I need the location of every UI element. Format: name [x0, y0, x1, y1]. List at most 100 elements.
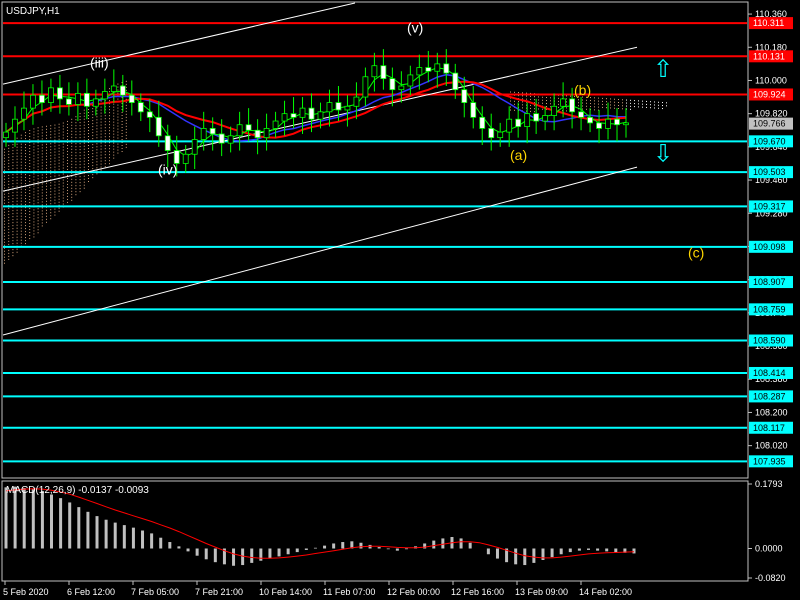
- cloud-dot: [121, 133, 123, 135]
- cloud-dot: [41, 132, 43, 134]
- cloud-dot: [25, 234, 26, 236]
- cloud-dot: [71, 160, 73, 162]
- cloud-dot: [92, 132, 94, 134]
- cloud-dot: [586, 99, 587, 101]
- cloud-dot: [542, 102, 543, 104]
- cloud-dot: [37, 226, 39, 228]
- cloud-dot: [67, 195, 68, 197]
- cloud-dot: [104, 121, 106, 123]
- candle-body: [218, 133, 225, 144]
- cloud-dot: [8, 237, 10, 239]
- cloud-dot: [75, 125, 77, 127]
- cloud-dot: [29, 154, 31, 156]
- cloud-dot: [8, 210, 10, 212]
- cloud-dot: [606, 104, 607, 106]
- cloud-dot: [518, 101, 519, 103]
- cloud-dot: [83, 178, 85, 180]
- cloud-dot: [4, 208, 5, 210]
- cloud-dot: [121, 115, 123, 117]
- cloud-dot: [20, 146, 22, 148]
- cloud-dot: [83, 157, 85, 159]
- cloud-dot: [33, 128, 35, 130]
- cloud-dot: [4, 214, 5, 216]
- cloud-dot: [610, 104, 611, 106]
- cloud-dot: [20, 161, 22, 163]
- cloud-dot: [8, 234, 10, 236]
- cloud-dot: [654, 107, 655, 109]
- cloud-dot: [33, 143, 35, 145]
- cloud-dot: [41, 180, 43, 182]
- cloud-dot: [12, 156, 14, 158]
- cloud-dot: [96, 128, 98, 130]
- cloud-dot: [79, 152, 81, 154]
- cloud-dot: [578, 102, 579, 104]
- cloud-dot: [109, 160, 110, 162]
- cloud-dot: [29, 163, 31, 165]
- cloud-dot: [4, 229, 5, 231]
- cloud-dot: [104, 163, 106, 165]
- cloud-dot: [46, 200, 47, 202]
- cloud-dot: [16, 215, 18, 217]
- cloud-dot: [4, 241, 5, 243]
- cloud-dot: [558, 103, 559, 105]
- candle-body: [308, 107, 315, 120]
- cloud-dot: [37, 151, 39, 153]
- cloud-dot: [67, 174, 68, 176]
- cloud-dot: [16, 182, 18, 184]
- cloud-dot: [104, 124, 106, 126]
- cloud-dot: [41, 147, 43, 149]
- cloud-dot: [100, 130, 102, 132]
- candle-body: [515, 118, 522, 127]
- cloud-dot: [50, 134, 52, 136]
- cloud-dot: [8, 192, 10, 194]
- cloud-dot: [117, 128, 119, 130]
- cloud-dot: [54, 133, 56, 135]
- cloud-dot: [37, 202, 39, 204]
- cloud-dot: [4, 184, 5, 186]
- cloud-dot: [100, 157, 102, 159]
- cloud-dot: [530, 98, 531, 100]
- cloud-dot: [46, 173, 47, 175]
- cloud-dot: [117, 137, 119, 139]
- cloud-dot: [54, 193, 56, 195]
- cloud-dot: [37, 223, 39, 225]
- cloud-dot: [83, 124, 85, 126]
- cloud-dot: [75, 185, 77, 187]
- cloud-dot: [654, 101, 655, 103]
- cloud-dot: [622, 108, 623, 110]
- candle-body: [200, 128, 207, 140]
- cloud-dot: [79, 143, 81, 145]
- candle-body: [137, 102, 144, 113]
- cloud-dot: [67, 180, 68, 182]
- cloud-dot: [33, 194, 35, 196]
- cloud-dot: [514, 100, 515, 102]
- cloud-dot: [8, 213, 10, 215]
- cloud-dot: [41, 225, 43, 227]
- cloud-dot: [125, 110, 127, 112]
- cloud-dot: [88, 126, 89, 128]
- cloud-dot: [642, 103, 643, 105]
- cloud-dot: [33, 230, 35, 232]
- cloud-dot: [54, 136, 56, 138]
- cloud-dot: [79, 134, 81, 136]
- cloud-dot: [58, 165, 60, 167]
- cloud-dot: [121, 127, 123, 129]
- cloud-dot: [109, 157, 110, 159]
- cloud-dot: [125, 125, 127, 127]
- cloud-dot: [100, 118, 102, 120]
- cloud-dot: [92, 174, 94, 176]
- cloud-dot: [83, 130, 85, 132]
- support-price-label: 109.317: [753, 201, 786, 211]
- cloud-dot: [33, 152, 35, 154]
- candle-body: [398, 85, 405, 91]
- cloud-dot: [12, 168, 14, 170]
- cloud-dot: [50, 152, 52, 154]
- cloud-dot: [33, 134, 35, 136]
- cloud-dot: [83, 121, 85, 123]
- candle-body: [335, 102, 342, 111]
- cloud-dot: [79, 182, 81, 184]
- cloud-dot: [54, 127, 56, 129]
- cloud-dot: [25, 132, 26, 134]
- cloud-dot: [41, 189, 43, 191]
- cloud-dot: [113, 109, 115, 111]
